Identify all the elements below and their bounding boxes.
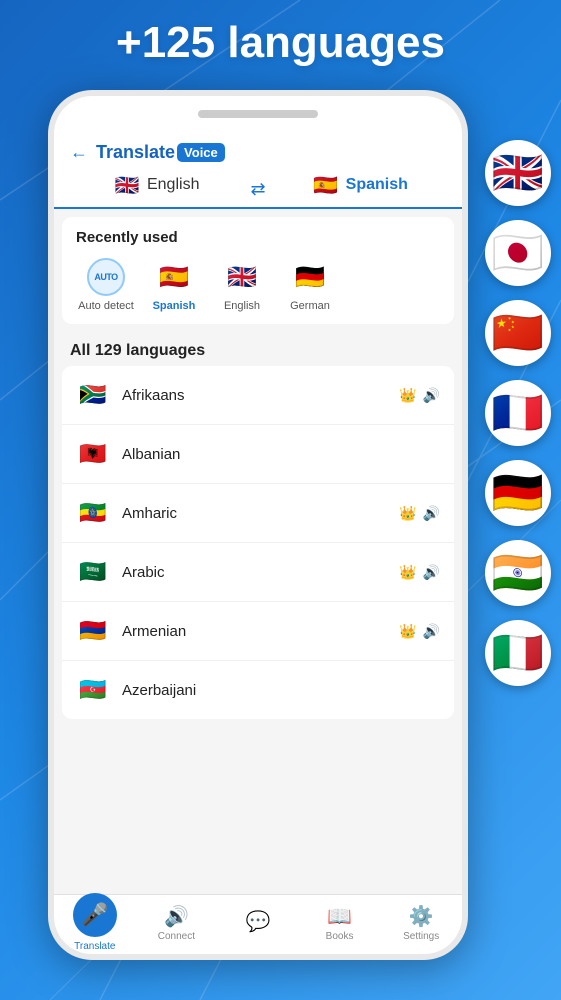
app-header: ← Translate Voice bbox=[54, 132, 462, 163]
translate-nav-icon: 🎤 bbox=[73, 893, 117, 937]
crown-icon: 👑 bbox=[399, 623, 416, 640]
target-language-tab[interactable]: 🇪🇸 Spanish bbox=[274, 171, 446, 207]
azerbaijani-name: Azerbaijani bbox=[122, 682, 428, 699]
nav-translate-label: Translate bbox=[74, 941, 115, 952]
amharic-badges: 👑 🔊 bbox=[399, 505, 440, 522]
crown-icon: 👑 bbox=[399, 505, 416, 522]
hero-title: +125 languages bbox=[0, 18, 561, 68]
recent-item-german-label: German bbox=[290, 300, 330, 312]
nav-settings-label: Settings bbox=[403, 931, 439, 942]
float-japan-flag: 🇯🇵 bbox=[485, 220, 551, 286]
phone-frame: ← Translate Voice 🇬🇧 English ⇄ 🇪🇸 Spanis… bbox=[48, 90, 468, 960]
bottom-navigation: 🎤 Translate 🔊 Connect 💬 📖 Books ⚙️ bbox=[54, 894, 462, 954]
nav-books[interactable]: 📖 Books bbox=[310, 904, 370, 942]
recent-german-flag: 🇩🇪 bbox=[291, 258, 329, 296]
lang-row-albanian[interactable]: 🇦🇱 Albanian bbox=[62, 425, 454, 484]
nav-connect-label: Connect bbox=[158, 931, 195, 942]
phone-notch bbox=[198, 110, 318, 118]
lang-row-azerbaijani[interactable]: 🇦🇿 Azerbaijani bbox=[62, 661, 454, 719]
amharic-flag: 🇪🇹 bbox=[76, 496, 110, 530]
voice-icon: 🔊 bbox=[423, 505, 440, 522]
recent-item-spanish-label: Spanish bbox=[153, 300, 196, 312]
target-language-name: Spanish bbox=[346, 176, 408, 194]
lang-row-armenian[interactable]: 🇦🇲 Armenian 👑 🔊 bbox=[62, 602, 454, 661]
auto-detect-badge: AUTO bbox=[87, 258, 125, 296]
app-name-translate: Translate bbox=[96, 142, 175, 163]
armenian-name: Armenian bbox=[122, 623, 387, 640]
float-germany-flag: 🇩🇪 bbox=[485, 460, 551, 526]
phone-inner: ← Translate Voice 🇬🇧 English ⇄ 🇪🇸 Spanis… bbox=[54, 96, 462, 954]
afrikaans-flag: 🇿🇦 bbox=[76, 378, 110, 412]
language-list: 🇿🇦 Afrikaans 👑 🔊 🇦🇱 Albanian 🇪🇹 Amharic bbox=[62, 366, 454, 719]
arabic-flag: 🇸🇦 bbox=[76, 555, 110, 589]
recent-item-english-label: English bbox=[224, 300, 260, 312]
bubble-nav-icon: 💬 bbox=[246, 909, 271, 934]
nav-books-label: Books bbox=[326, 931, 354, 942]
float-india-flag: 🇮🇳 bbox=[485, 540, 551, 606]
afrikaans-badges: 👑 🔊 bbox=[399, 387, 440, 404]
recently-used-section: Recently used AUTO Auto detect 🇪🇸 Spanis… bbox=[62, 217, 454, 324]
floating-flags: 🇬🇧 🇯🇵 🇨🇳 🇫🇷 🇩🇪 🇮🇳 🇮🇹 bbox=[485, 140, 551, 686]
float-uk-flag: 🇬🇧 bbox=[485, 140, 551, 206]
target-flag: 🇪🇸 bbox=[312, 171, 340, 199]
all-languages-title: All 129 languages bbox=[54, 332, 462, 366]
recent-item-auto[interactable]: AUTO Auto detect bbox=[76, 258, 136, 312]
recent-item-german[interactable]: 🇩🇪 German bbox=[280, 258, 340, 312]
recent-spanish-flag: 🇪🇸 bbox=[155, 258, 193, 296]
arabic-badges: 👑 🔊 bbox=[399, 564, 440, 581]
albanian-flag: 🇦🇱 bbox=[76, 437, 110, 471]
lang-row-amharic[interactable]: 🇪🇹 Amharic 👑 🔊 bbox=[62, 484, 454, 543]
language-switcher-bar: 🇬🇧 English ⇄ 🇪🇸 Spanish bbox=[54, 163, 462, 209]
source-language-name: English bbox=[147, 176, 199, 194]
crown-icon: 👑 bbox=[399, 564, 416, 581]
nav-translate[interactable]: 🎤 Translate bbox=[65, 893, 125, 952]
source-language-tab[interactable]: 🇬🇧 English bbox=[70, 171, 242, 207]
float-china-flag: 🇨🇳 bbox=[485, 300, 551, 366]
recently-used-title: Recently used bbox=[76, 229, 440, 246]
nav-bubble[interactable]: 💬 bbox=[228, 909, 288, 936]
lang-row-afrikaans[interactable]: 🇿🇦 Afrikaans 👑 🔊 bbox=[62, 366, 454, 425]
azerbaijani-flag: 🇦🇿 bbox=[76, 673, 110, 707]
armenian-flag: 🇦🇲 bbox=[76, 614, 110, 648]
albanian-name: Albanian bbox=[122, 446, 428, 463]
app-name-voice: Voice bbox=[177, 143, 225, 162]
float-france-flag: 🇫🇷 bbox=[485, 380, 551, 446]
armenian-badges: 👑 🔊 bbox=[399, 623, 440, 640]
voice-icon: 🔊 bbox=[423, 623, 440, 640]
source-flag: 🇬🇧 bbox=[113, 171, 141, 199]
voice-icon: 🔊 bbox=[423, 387, 440, 404]
crown-icon: 👑 bbox=[399, 387, 416, 404]
switch-language-button[interactable]: ⇄ bbox=[242, 179, 273, 200]
phone-content: ← Translate Voice 🇬🇧 English ⇄ 🇪🇸 Spanis… bbox=[54, 132, 462, 954]
back-button[interactable]: ← bbox=[70, 142, 88, 163]
app-logo: Translate Voice bbox=[96, 142, 225, 163]
afrikaans-name: Afrikaans bbox=[122, 387, 387, 404]
amharic-name: Amharic bbox=[122, 505, 387, 522]
recent-items-list: AUTO Auto detect 🇪🇸 Spanish 🇬🇧 English 🇩… bbox=[76, 258, 440, 312]
nav-settings[interactable]: ⚙️ Settings bbox=[391, 904, 451, 942]
recent-item-spanish[interactable]: 🇪🇸 Spanish bbox=[144, 258, 204, 312]
float-italy-flag: 🇮🇹 bbox=[485, 620, 551, 686]
connect-nav-icon: 🔊 bbox=[164, 904, 189, 929]
recent-item-auto-label: Auto detect bbox=[78, 300, 134, 312]
voice-icon: 🔊 bbox=[423, 564, 440, 581]
recent-english-flag: 🇬🇧 bbox=[223, 258, 261, 296]
lang-row-arabic[interactable]: 🇸🇦 Arabic 👑 🔊 bbox=[62, 543, 454, 602]
arabic-name: Arabic bbox=[122, 564, 387, 581]
settings-nav-icon: ⚙️ bbox=[409, 904, 434, 929]
books-nav-icon: 📖 bbox=[327, 904, 352, 929]
recent-item-english[interactable]: 🇬🇧 English bbox=[212, 258, 272, 312]
nav-connect[interactable]: 🔊 Connect bbox=[146, 904, 206, 942]
